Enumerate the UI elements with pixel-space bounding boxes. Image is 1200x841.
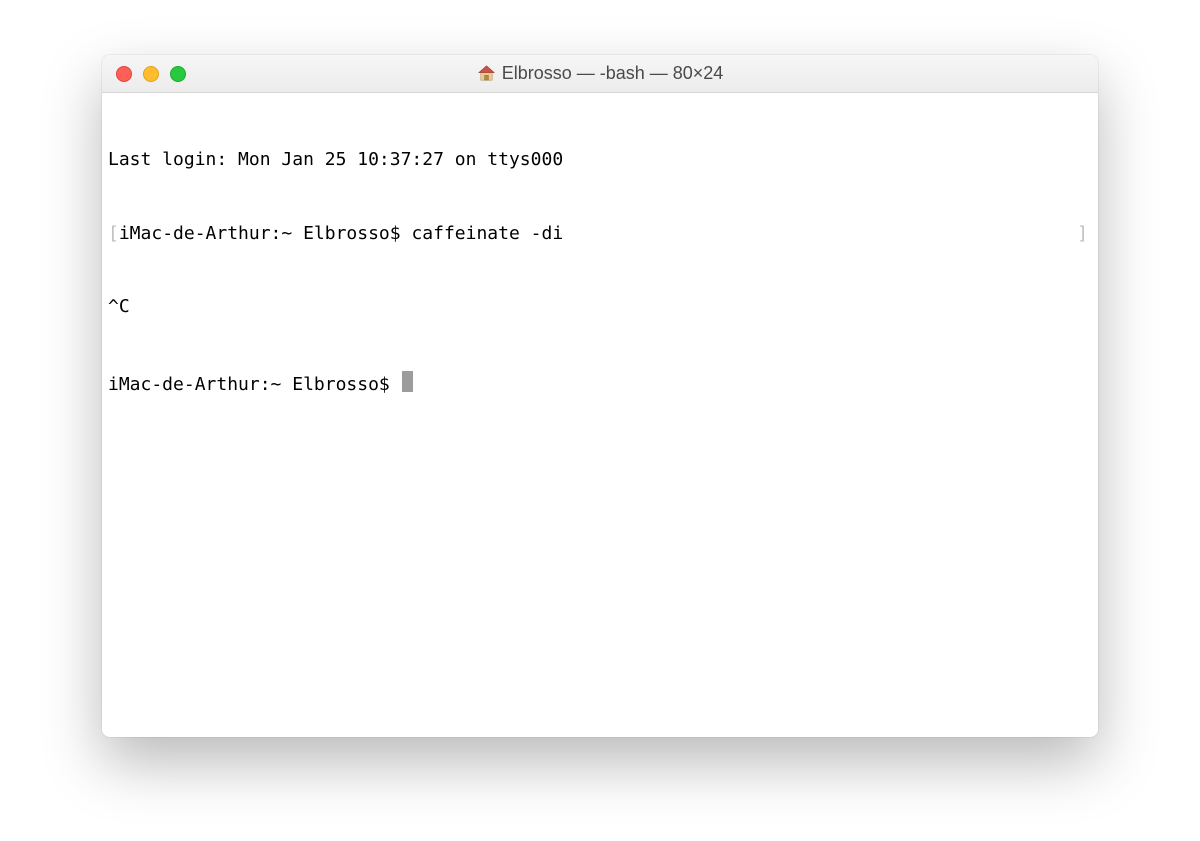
- prompt-text: iMac-de-Arthur:~ Elbrosso$: [119, 222, 412, 247]
- terminal-cursor: [402, 371, 413, 392]
- prompt-left-bracket: [: [108, 222, 119, 247]
- close-button[interactable]: [116, 66, 132, 82]
- zoom-button[interactable]: [170, 66, 186, 82]
- home-folder-icon: [477, 64, 496, 83]
- titlebar[interactable]: Elbrosso — -bash — 80×24: [102, 55, 1098, 93]
- prompt-text: iMac-de-Arthur:~ Elbrosso$: [108, 373, 401, 398]
- traffic-lights: [102, 66, 186, 82]
- terminal-line-last-login: Last login: Mon Jan 25 10:37:27 on ttys0…: [108, 148, 1092, 173]
- terminal-line-prompt-2: iMac-de-Arthur:~ Elbrosso$: [108, 369, 1092, 398]
- window-title-area: Elbrosso — -bash — 80×24: [102, 63, 1098, 84]
- window-title: Elbrosso — -bash — 80×24: [502, 63, 724, 84]
- terminal-line-interrupt: ^C: [108, 295, 1092, 320]
- terminal-line-prompt-1: [iMac-de-Arthur:~ Elbrosso$ caffeinate -…: [108, 222, 1092, 247]
- minimize-button[interactable]: [143, 66, 159, 82]
- terminal-content[interactable]: Last login: Mon Jan 25 10:37:27 on ttys0…: [102, 93, 1098, 737]
- command-input: caffeinate -di: [411, 222, 563, 247]
- prompt-right-bracket: ]: [1077, 222, 1088, 247]
- terminal-window: Elbrosso — -bash — 80×24 Last login: Mon…: [102, 55, 1098, 737]
